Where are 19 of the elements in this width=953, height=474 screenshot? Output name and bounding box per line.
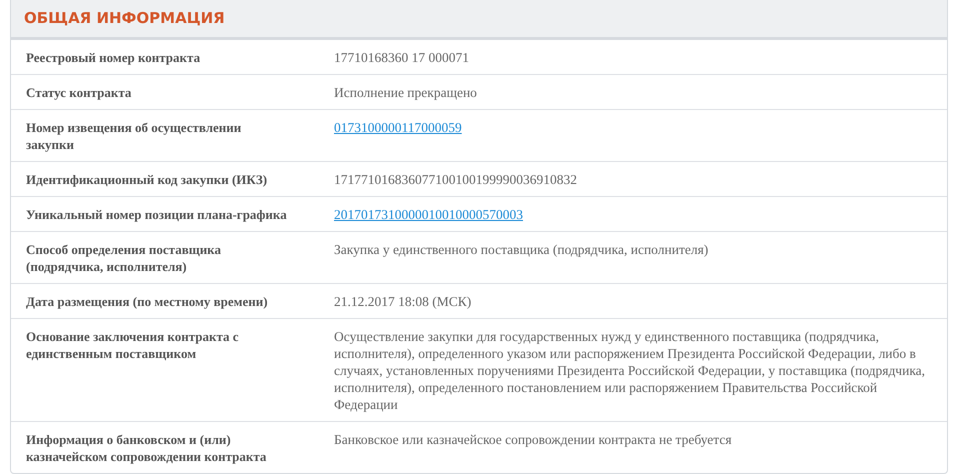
field-value: 171771016836077100100199990036910832 xyxy=(334,172,577,187)
field-label: Идентификационный код закупки (ИКЗ) xyxy=(26,172,268,187)
field-label: Способ определения поставщика (подрядчика, исполнителя) xyxy=(26,242,221,274)
field-value: 21.12.2017 18:08 (МСК) xyxy=(334,294,472,309)
field-link[interactable]: 2017017310000010010000570003 xyxy=(334,207,523,222)
field-value: 17710168360 17 000071 xyxy=(334,50,469,65)
field-link[interactable]: 0173100000117000059 xyxy=(334,120,462,135)
field-value: Исполнение прекращено xyxy=(334,85,477,100)
field-label: Информация о банковском и (или) казначейском сопровождении контракта xyxy=(26,432,266,464)
field-value: Закупка у единственного поставщика (подрядчика, исполнителя) xyxy=(334,242,708,257)
field-label: Статус контракта xyxy=(26,85,132,100)
field-label: Реестровый номер контракта xyxy=(26,50,200,65)
field-label: Уникальный номер позиции плана-графика xyxy=(26,207,287,222)
field-label: Дата размещения (по местному времени) xyxy=(26,294,268,309)
section-title: ОБЩАЯ ИНФОРМАЦИЯ xyxy=(24,8,225,30)
field-value: Банковское или казначейское сопровождении контракта не требуется xyxy=(334,432,732,447)
field-label: Основание заключения контракта с единственным поставщиком xyxy=(26,329,239,361)
field-value: Осуществление закупки для государственных нужд у единственного поставщика (подрядчика, исполнителя), определенного указом или распоряжением Президента Российской Федерации, либо в случаях, установленных поручениями Президента Российской Федерации, у поставщика (подрядчика, исполнителя), определенного постановлением или распоряжением Правительства Российской Федерации xyxy=(334,329,926,412)
field-label: Номер извещения об осуществлении закупки xyxy=(26,120,242,152)
